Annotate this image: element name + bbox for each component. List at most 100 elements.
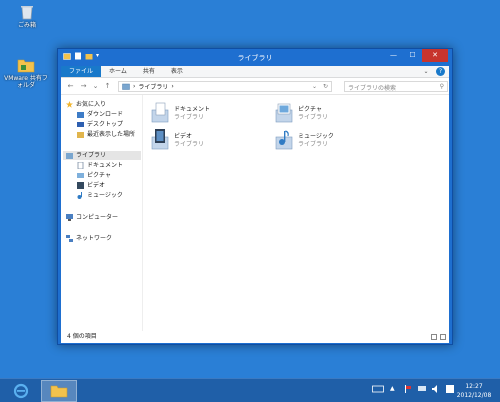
- nav-network[interactable]: ネットワーク: [66, 234, 112, 243]
- internet-explorer-taskbar-button[interactable]: [3, 380, 39, 402]
- videos-library-icon: [151, 129, 169, 150]
- breadcrumb-separator[interactable]: ›: [133, 83, 135, 90]
- nav-pictures[interactable]: ピクチャ: [77, 171, 111, 180]
- library-view: ドキュメント ライブラリ ピクチャ ライブラリ ビデオ ライブラリ ミュージック…: [144, 95, 449, 331]
- recycle-bin-desktop-icon[interactable]: ごみ箱: [5, 4, 49, 29]
- clock[interactable]: 12:27 2012/12/08: [452, 382, 496, 400]
- nav-computer[interactable]: コンピューター: [66, 213, 118, 222]
- address-row: ← → ⌄ ↑ › ライブラリ › ⌄ ↻ ライブラリの検索 ⚲: [61, 78, 449, 95]
- library-item-documents[interactable]: ドキュメント ライブラリ: [150, 101, 260, 125]
- recent-locations-button[interactable]: ⌄: [91, 82, 100, 91]
- status-bar: 4 個の項目: [61, 331, 449, 343]
- close-button[interactable]: ✕: [422, 49, 448, 62]
- nav-recent-places-label: 最近表示した場所: [87, 131, 136, 138]
- view-switcher: [431, 334, 446, 340]
- downloads-icon: [77, 111, 84, 118]
- tab-share[interactable]: 共有: [135, 66, 163, 77]
- nav-documents-label: ドキュメント: [87, 162, 124, 169]
- nav-favorites[interactable]: お気に入り: [66, 100, 106, 109]
- nav-network-label: ネットワーク: [76, 235, 113, 242]
- library-type: ライブラリ: [174, 114, 205, 121]
- nav-downloads-label: ダウンロード: [87, 111, 124, 118]
- nav-music[interactable]: ミュージック: [77, 191, 123, 200]
- action-center-flag-icon[interactable]: [404, 385, 412, 393]
- library-window: ▾ ライブラリ — ☐ ✕ ファイル ホーム 共有 表示 ⌄ ? ← → ⌄ ↑…: [57, 48, 453, 345]
- navigation-pane[interactable]: お気に入り ダウンロード デスクトップ 最近表示した場所 ライブラリ ドキュメン…: [61, 95, 143, 331]
- tab-file[interactable]: ファイル: [61, 66, 102, 77]
- nav-recent-places[interactable]: 最近表示した場所: [77, 130, 135, 139]
- nav-documents[interactable]: ドキュメント: [77, 161, 123, 170]
- address-dropdown[interactable]: ⌄: [312, 83, 317, 90]
- ribbon-spacer: [191, 66, 420, 77]
- volume-icon[interactable]: [432, 385, 440, 393]
- vmware-shared-folder-label: VMware 共有フォルダ: [4, 75, 48, 89]
- library-item-music[interactable]: ミュージック ライブラリ: [274, 128, 384, 152]
- documents-library-icon: [151, 102, 169, 123]
- videos-icon: [77, 182, 84, 189]
- nav-pictures-label: ピクチャ: [87, 172, 111, 179]
- forward-button[interactable]: →: [79, 82, 88, 91]
- documents-icon: [77, 161, 84, 170]
- search-placeholder: ライブラリの検索: [348, 85, 397, 92]
- library-item-pictures[interactable]: ピクチャ ライブラリ: [274, 101, 384, 125]
- notification-area: ▲: [372, 385, 454, 393]
- large-icons-view-icon[interactable]: [440, 334, 446, 340]
- breadcrumb-libraries[interactable]: ライブラリ: [138, 82, 168, 91]
- recycle-bin-icon: [21, 6, 33, 20]
- details-view-icon[interactable]: [431, 334, 437, 340]
- file-explorer-taskbar-button[interactable]: [41, 380, 77, 402]
- star-icon: [66, 101, 73, 108]
- keyboard-icon[interactable]: [372, 385, 384, 393]
- tab-home[interactable]: ホーム: [101, 66, 135, 77]
- library-folder-icon: [122, 83, 130, 90]
- pictures-icon: [77, 172, 84, 179]
- recent-places-icon: [77, 131, 84, 138]
- breadcrumb-trailing-separator[interactable]: ›: [171, 83, 173, 90]
- nav-favorites-label: お気に入り: [76, 101, 107, 108]
- nav-libraries-label: ライブラリ: [76, 152, 107, 159]
- pictures-library-icon: [275, 103, 293, 123]
- desktop-icon: [77, 121, 84, 128]
- search-icon[interactable]: ⚲: [440, 83, 444, 90]
- expand-ribbon-icon[interactable]: ⌄: [420, 66, 432, 77]
- ribbon-tabs: ファイル ホーム 共有 表示 ⌄ ?: [61, 66, 449, 78]
- library-item-videos[interactable]: ビデオ ライブラリ: [150, 128, 260, 152]
- refresh-icon[interactable]: ↻: [323, 83, 328, 90]
- tab-view[interactable]: 表示: [163, 66, 191, 77]
- explorer-content: お気に入り ダウンロード デスクトップ 最近表示した場所 ライブラリ ドキュメン…: [61, 95, 449, 331]
- nav-libraries[interactable]: ライブラリ: [63, 151, 141, 160]
- nav-computer-label: コンピューター: [76, 214, 119, 221]
- up-button[interactable]: ↑: [103, 82, 112, 91]
- recycle-bin-label: ごみ箱: [17, 22, 36, 29]
- address-bar[interactable]: › ライブラリ › ⌄ ↻: [118, 81, 332, 92]
- music-icon: [77, 192, 84, 199]
- internet-explorer-icon: [13, 383, 29, 399]
- libraries-icon: [66, 152, 73, 159]
- library-type: ライブラリ: [298, 141, 329, 148]
- file-explorer-icon: [50, 385, 68, 398]
- nav-downloads[interactable]: ダウンロード: [77, 110, 123, 119]
- search-input[interactable]: ライブラリの検索 ⚲: [344, 81, 448, 92]
- taskbar: ▲ 12:27 2012/12/08: [0, 378, 500, 402]
- network-tray-icon[interactable]: [418, 385, 426, 393]
- nav-desktop[interactable]: デスクトップ: [77, 120, 123, 129]
- maximize-button[interactable]: ☐: [403, 49, 422, 62]
- clock-time: 12:27: [465, 383, 483, 390]
- title-bar[interactable]: ▾ ライブラリ — ☐ ✕: [58, 49, 452, 65]
- network-icon: [66, 235, 73, 242]
- help-icon[interactable]: ?: [436, 67, 445, 76]
- show-hidden-icons-icon[interactable]: ▲: [390, 385, 398, 393]
- library-type: ライブラリ: [298, 114, 329, 121]
- item-count: 4 個の項目: [67, 333, 97, 340]
- nav-videos-label: ビデオ: [87, 182, 106, 189]
- window-controls: — ☐ ✕: [384, 49, 448, 62]
- vmware-shared-folder-desktop-icon[interactable]: VMware 共有フォルダ: [2, 57, 50, 89]
- music-library-icon: [275, 130, 293, 150]
- minimize-button[interactable]: —: [384, 49, 403, 62]
- nav-videos[interactable]: ビデオ: [77, 181, 105, 190]
- computer-icon: [66, 214, 73, 221]
- nav-music-label: ミュージック: [87, 192, 123, 199]
- library-type: ライブラリ: [174, 141, 205, 148]
- back-button[interactable]: ←: [66, 82, 75, 91]
- folder-icon: [17, 59, 35, 73]
